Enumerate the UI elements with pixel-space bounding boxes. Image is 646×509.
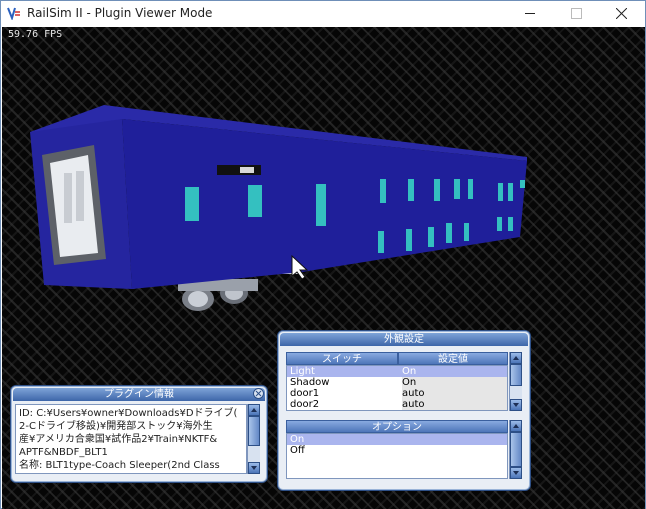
switch-row-door1[interactable]: door1 auto [287, 388, 507, 399]
switch-column-header[interactable]: スイッチ [286, 352, 398, 365]
maximize-button[interactable] [553, 1, 599, 26]
info-line: APTF&NBDF_BLT1 [19, 447, 108, 458]
scroll-down-button[interactable] [510, 467, 522, 479]
option-label: Off [290, 445, 305, 456]
switch-row-door2[interactable]: door2 auto [287, 399, 507, 410]
scroll-up-button[interactable] [510, 420, 522, 432]
info-line: 名称: BLT1type-Coach Sleeper(2nd Class [19, 460, 220, 471]
info-line: 2-Cドライブ移設)¥開発部ストック¥海外生 [19, 421, 213, 432]
scroll-thumb[interactable] [510, 364, 522, 386]
window-title: RailSim II - Plugin Viewer Mode [27, 6, 213, 20]
switch-value: On [402, 377, 507, 388]
plugin-info-text: ID: C:¥Users¥owner¥Downloads¥Dドライブ( 2-Cド… [19, 407, 244, 472]
info-line: ID: C:¥Users¥owner¥Downloads¥Dドライブ( [19, 408, 238, 419]
switch-name: door2 [290, 399, 320, 410]
switch-row-shadow[interactable]: Shadow On [287, 377, 507, 388]
switch-row-light[interactable]: Light On [287, 366, 507, 377]
option-row-off[interactable]: Off [287, 445, 507, 456]
scroll-up-button[interactable] [510, 352, 522, 364]
option-label: On [290, 434, 305, 445]
scroll-thumb[interactable] [248, 416, 260, 446]
scroll-up-button[interactable] [248, 404, 260, 416]
value-column-header[interactable]: 設定値 [398, 352, 508, 365]
switch-value: auto [402, 388, 507, 399]
plugin-info-scrollbar[interactable] [247, 404, 260, 474]
app-window: RailSim II - Plugin Viewer Mode 59.76 FP… [0, 0, 646, 509]
options-list[interactable]: On Off [286, 433, 508, 479]
appearance-panel-title: 外観設定 [280, 333, 528, 346]
plugin-info-panel: プラグイン情報 ID: C:¥Users¥owner¥Downloads¥Dドラ… [10, 385, 268, 483]
switch-value: On [402, 366, 417, 377]
scroll-down-button[interactable] [510, 399, 522, 411]
options-header: オプション [286, 420, 508, 433]
plugin-info-text-area[interactable]: ID: C:¥Users¥owner¥Downloads¥Dドライブ( 2-Cド… [15, 404, 247, 474]
scroll-down-button[interactable] [248, 462, 260, 474]
switch-name: Shadow [290, 377, 330, 388]
3d-viewport[interactable]: 59.76 FPS 外観設定 スイッチ 設定値 Light On Shadow … [2, 27, 645, 509]
switch-name: door1 [290, 388, 320, 399]
close-icon [616, 8, 627, 19]
railsim-app-icon [7, 6, 21, 20]
switch-list[interactable]: Light On Shadow On door1 auto door2 auto [286, 365, 508, 411]
close-icon[interactable] [253, 388, 264, 399]
close-button[interactable] [599, 1, 645, 26]
options-list-scrollbar[interactable] [509, 420, 522, 479]
plugin-panel-title: プラグイン情報 [13, 388, 265, 401]
switch-name: Light [290, 366, 315, 377]
option-row-on[interactable]: On [287, 434, 507, 445]
appearance-settings-panel: 外観設定 スイッチ 設定値 Light On Shadow On door1 a… [277, 330, 531, 491]
switch-list-scrollbar[interactable] [509, 352, 522, 411]
minimize-button[interactable] [507, 1, 553, 26]
switch-value: auto [402, 399, 507, 410]
title-bar[interactable]: RailSim II - Plugin Viewer Mode [1, 1, 645, 26]
info-line: 産¥アメリカ合衆国¥試作品2¥Train¥NKTF& [19, 434, 218, 445]
scroll-thumb[interactable] [510, 432, 522, 467]
